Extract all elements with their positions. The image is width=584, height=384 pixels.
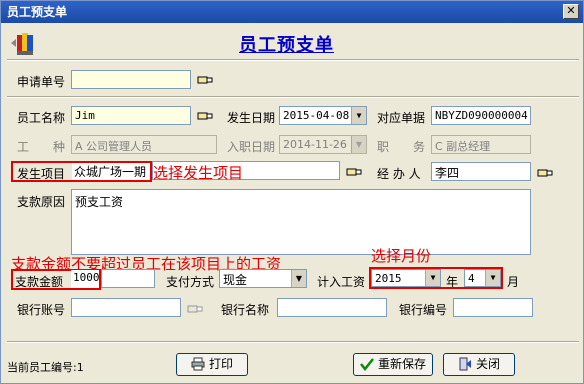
bank-name-label: 银行名称 [221, 303, 270, 317]
amount-input[interactable]: 1000 [71, 270, 99, 288]
occur-date-label: 发生日期 [227, 111, 276, 125]
printer-icon [191, 357, 205, 371]
occur-date-value: 2015-04-08 [283, 109, 350, 122]
form-title: 员工预支单 [239, 35, 334, 56]
dropdown-arrow-icon[interactable]: ▼ [291, 270, 306, 287]
dropdown-arrow-icon: ▼ [351, 136, 366, 153]
status-value: 1 [76, 361, 84, 374]
employee-name-input[interactable]: Jim [71, 106, 191, 125]
salary-month-select[interactable]: 4 ▼ [464, 269, 501, 287]
hire-date-picker: 2014-11-26 ▼ [279, 135, 367, 154]
close-window-button[interactable]: ✕ [563, 4, 579, 19]
salary-period-label: 计入工资 [317, 275, 366, 289]
exit-door-icon [459, 357, 471, 371]
salary-month-value: 4 [468, 272, 475, 285]
pick-hand-icon[interactable] [197, 74, 213, 86]
occur-date-picker[interactable]: 2015-04-08 ▼ [279, 106, 367, 125]
bank-account-label: 银行账号 [17, 303, 66, 317]
pick-hand-icon[interactable] [187, 303, 203, 315]
salary-year-select[interactable]: 2015 ▼ [371, 269, 441, 287]
divider [7, 341, 579, 343]
pay-method-select[interactable]: 现金 ▼ [219, 269, 307, 288]
pick-hand-icon[interactable] [197, 110, 213, 122]
hire-date-label: 入职日期 [227, 140, 276, 154]
close-button[interactable]: 关闭 [443, 353, 515, 376]
request-no-label: 申请单号 [17, 75, 66, 89]
save-button-label: 重新保存 [377, 357, 426, 371]
bank-name-input[interactable] [277, 298, 387, 317]
dropdown-arrow-icon[interactable]: ▼ [351, 107, 366, 124]
divider [7, 59, 579, 61]
bank-account-input[interactable] [71, 298, 181, 317]
job-type-input: A 公司管理人员 [71, 135, 217, 154]
amount-label: 支款金额 [15, 275, 64, 289]
pick-hand-icon[interactable] [537, 167, 553, 179]
reason-textarea[interactable]: 预支工资 [71, 189, 531, 255]
request-no-input[interactable] [71, 70, 191, 89]
salary-year-value: 2015 [375, 272, 402, 285]
print-button[interactable]: 打印 [176, 353, 248, 376]
project-label: 发生项目 [17, 167, 66, 181]
print-button-label: 打印 [208, 357, 233, 371]
dropdown-arrow-icon[interactable]: ▼ [485, 270, 500, 286]
close-button-label: 关闭 [475, 357, 500, 371]
logo-icon [11, 33, 33, 55]
save-check-icon [360, 358, 374, 371]
reason-label: 支款原因 [17, 195, 66, 209]
ref-no-label: 对应单据 [377, 111, 426, 125]
save-button[interactable]: 重新保存 [353, 353, 433, 376]
handler-input[interactable]: 李四 [431, 162, 531, 181]
status-bar: 当前员工编号:1 [7, 359, 84, 375]
dialog-window: 员工预支单 ✕ 员工预支单 申请单号 员工名称 Jim 发生日期 2015-04… [0, 0, 584, 384]
dropdown-arrow-icon[interactable]: ▼ [425, 270, 440, 286]
hire-date-value: 2014-11-26 [283, 138, 347, 151]
amount-input-extension[interactable] [101, 269, 155, 288]
year-unit-label: 年 [446, 275, 459, 289]
position-input: C 副总经理 [431, 135, 531, 154]
divider [7, 96, 579, 98]
title-bar: 员工预支单 ✕ [1, 1, 583, 23]
handler-label: 经 办 人 [377, 167, 421, 181]
bank-code-label: 银行编号 [399, 303, 448, 317]
project-annotation: 选择发生项目 [153, 164, 244, 182]
month-unit-label: 月 [507, 275, 520, 289]
position-label: 职 务 [377, 140, 426, 154]
status-label: 当前员工编号: [7, 361, 77, 374]
job-type-label: 工 种 [17, 140, 66, 154]
pay-method-label: 支付方式 [166, 275, 215, 289]
pay-method-value: 现金 [223, 273, 248, 287]
project-input[interactable]: 众城广场一期 [72, 163, 150, 180]
month-annotation: 选择月份 [371, 247, 432, 265]
window-title: 员工预支单 [7, 5, 68, 19]
pick-hand-icon[interactable] [346, 166, 362, 178]
bank-code-input[interactable] [453, 298, 533, 317]
ref-no-input[interactable]: NBYZD090000004 [431, 106, 531, 125]
employee-name-label: 员工名称 [17, 111, 66, 125]
